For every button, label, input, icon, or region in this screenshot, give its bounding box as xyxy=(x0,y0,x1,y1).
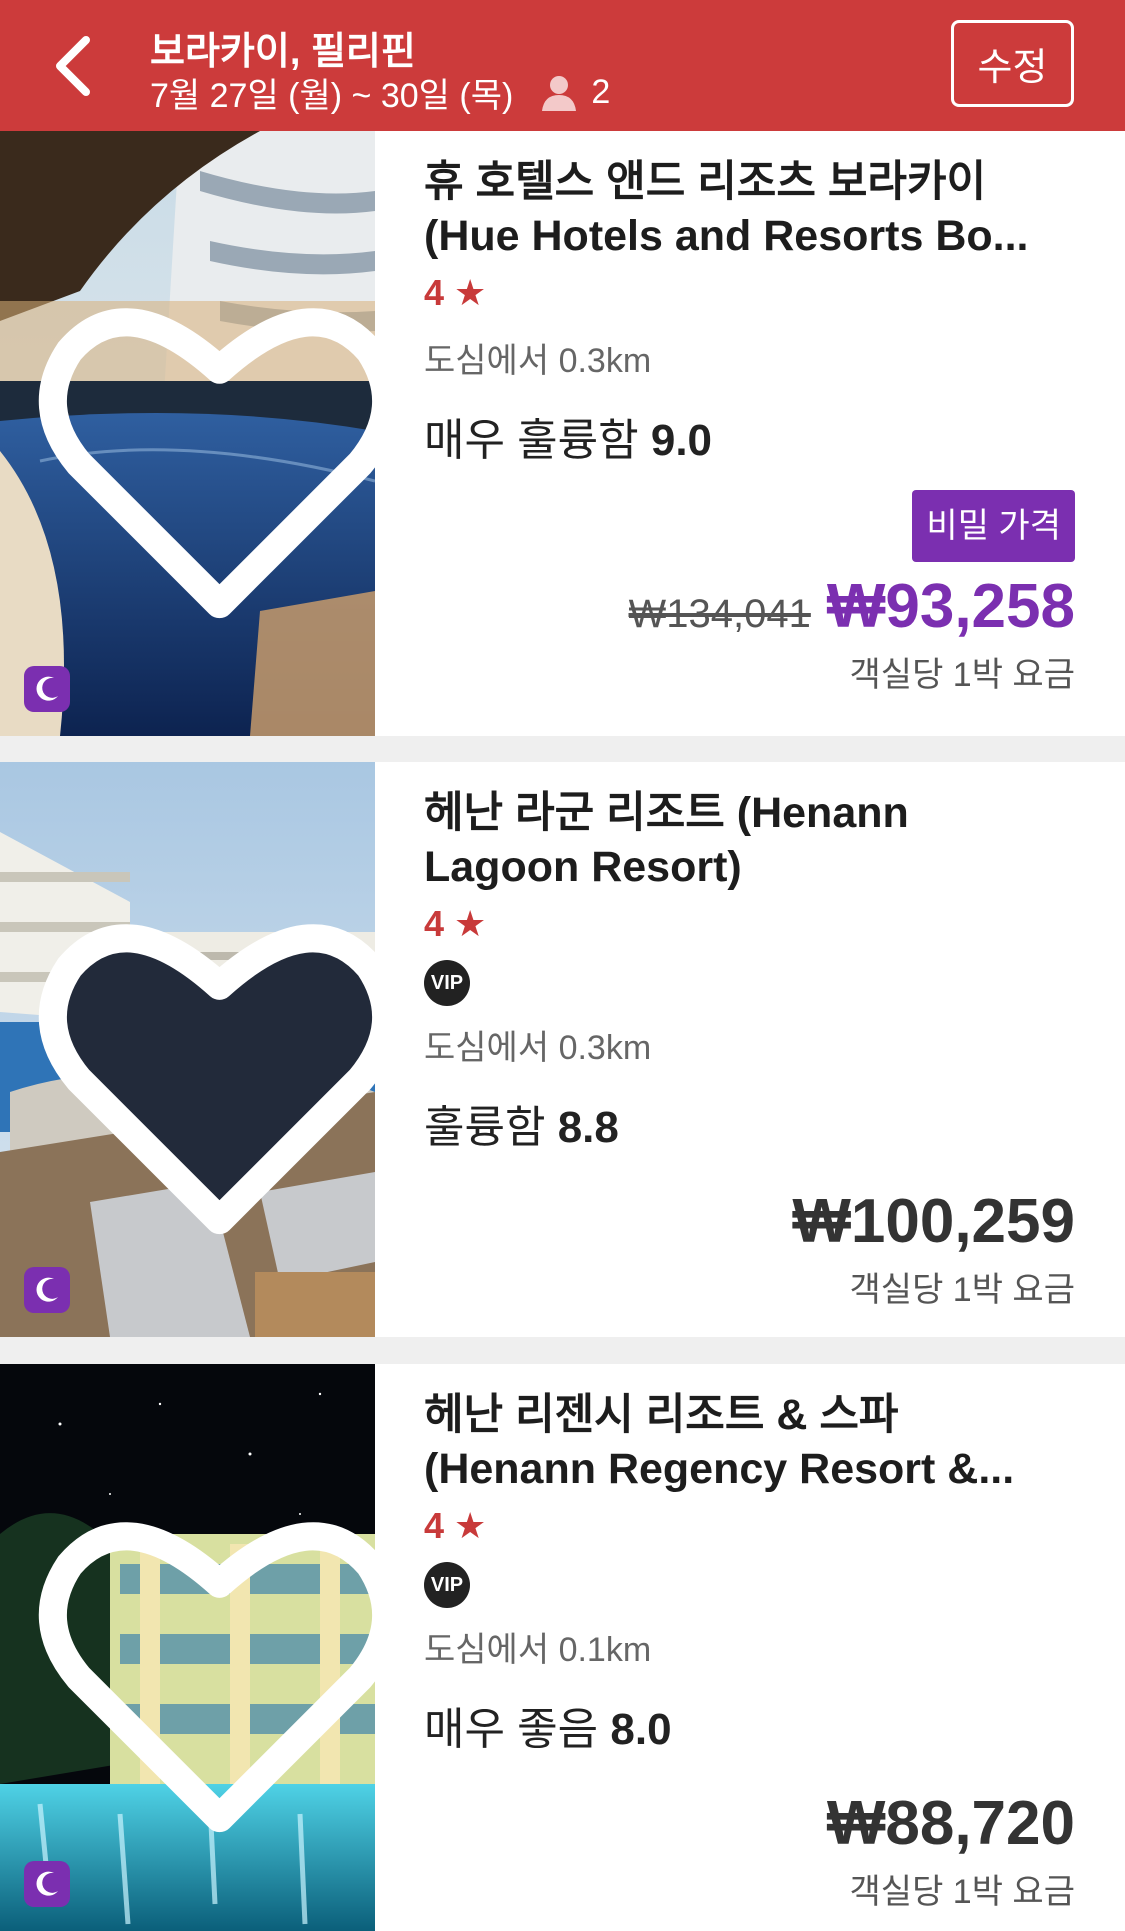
review-score: 매우 훌륭함 9.0 xyxy=(424,416,713,465)
moon-icon xyxy=(36,676,58,701)
hotel-photo[interactable] xyxy=(0,131,375,736)
price-row: ₩100,259 xyxy=(792,1186,1075,1257)
date-range: 7월 27일 (월) ~ 30일 (목) xyxy=(150,77,514,115)
hotel-card[interactable]: 헤난 리젠시 리조트 & 스파 (Henann Regency Resort &… xyxy=(0,1364,1125,1931)
review-score: 훌륭함 8.8 xyxy=(424,1103,619,1152)
hotel-photo[interactable] xyxy=(0,762,375,1337)
original-price: ₩134,041 xyxy=(628,592,811,636)
hotel-price: ₩93,258 xyxy=(826,572,1075,641)
chevron-left-icon xyxy=(56,36,90,96)
header-bar: 보라카이, 필리핀 7월 27일 (월) ~ 30일 (목) 2 수정 xyxy=(0,0,1125,131)
star-rating: 4 ★ xyxy=(424,903,487,944)
heart-outline-icon[interactable] xyxy=(32,161,375,736)
hotel-name-line1[interactable]: 헤난 리젠시 리조트 & 스파 xyxy=(424,1388,1075,1442)
price-note: 객실당 1박 요금 xyxy=(849,1271,1075,1309)
star-icon: ★ xyxy=(454,272,487,313)
price-note: 객실당 1박 요금 xyxy=(849,656,1075,694)
hotel-name-line2[interactable]: Lagoon Resort) xyxy=(424,840,1075,894)
heart-outline-icon[interactable] xyxy=(32,1394,375,1931)
hotel-card[interactable]: 헤난 라군 리조트 (Henann Lagoon Resort) 4 ★ VIP… xyxy=(0,762,1125,1337)
moon-badge xyxy=(24,666,70,712)
moon-badge xyxy=(24,1861,70,1907)
hotel-price: ₩100,259 xyxy=(792,1187,1075,1256)
vip-badge: VIP xyxy=(424,1562,470,1608)
back-button[interactable] xyxy=(36,26,116,106)
distance-label: 도심에서 0.3km xyxy=(424,1029,652,1067)
star-rating: 4 ★ xyxy=(424,1505,487,1546)
hotel-name-line2[interactable]: (Henann Regency Resort &... xyxy=(424,1442,1075,1496)
price-row: ₩134,041 ₩93,258 xyxy=(629,571,1076,642)
moon-icon xyxy=(36,1871,58,1896)
secret-price-badge: 비밀 가격 xyxy=(912,490,1075,562)
star-icon: ★ xyxy=(454,1505,487,1546)
hotel-name-line2[interactable]: (Hue Hotels and Resorts Bo... xyxy=(424,209,1075,263)
edit-search-button[interactable]: 수정 xyxy=(951,20,1074,107)
hotel-name-line1[interactable]: 헤난 라군 리조트 (Henann xyxy=(424,786,1075,840)
distance-label: 도심에서 0.3km xyxy=(424,342,652,380)
star-rating: 4 ★ xyxy=(424,272,487,313)
person-icon xyxy=(542,75,577,111)
hotel-price: ₩88,720 xyxy=(826,1789,1075,1858)
hotel-photo[interactable] xyxy=(0,1364,375,1931)
moon-badge xyxy=(24,1267,70,1313)
star-icon: ★ xyxy=(454,903,487,944)
review-score: 매우 좋음 8.0 xyxy=(424,1705,672,1754)
destination-title: 보라카이, 필리핀 xyxy=(150,31,416,73)
guest-count: 2 xyxy=(591,73,611,111)
hotel-card[interactable]: 휴 호텔스 앤드 리조츠 보라카이 (Hue Hotels and Resort… xyxy=(0,131,1125,736)
price-row: ₩88,720 xyxy=(827,1788,1075,1859)
moon-icon xyxy=(36,1277,58,1302)
search-summary: 7월 27일 (월) ~ 30일 (목) 2 xyxy=(150,68,610,117)
price-note: 객실당 1박 요금 xyxy=(849,1873,1075,1911)
heart-filled-icon[interactable] xyxy=(32,792,375,1337)
hotel-name-line1[interactable]: 휴 호텔스 앤드 리조츠 보라카이 xyxy=(424,155,1075,209)
distance-label: 도심에서 0.1km xyxy=(424,1631,652,1669)
vip-badge: VIP xyxy=(424,960,470,1006)
